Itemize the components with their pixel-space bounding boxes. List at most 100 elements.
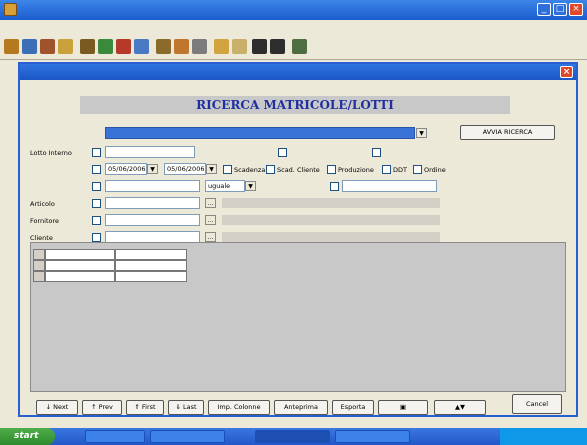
last-button[interactable]: ⇓ Last (168, 400, 204, 415)
ddt-radio[interactable] (382, 165, 391, 174)
articolo-input[interactable] (105, 197, 200, 209)
building-icon[interactable] (40, 39, 55, 54)
scadenza-label: Scadenza (234, 166, 266, 174)
lotto-interno-input[interactable] (105, 146, 195, 158)
fornitore-lookup-icon[interactable]: … (205, 215, 216, 225)
delivery-icon[interactable] (134, 39, 149, 54)
toolbar (0, 34, 587, 60)
dialog-title-bar: × (20, 64, 576, 80)
search-button[interactable]: AVVIA RICERCA (460, 125, 555, 140)
cancel-button[interactable]: Cancel (512, 394, 562, 414)
export-button[interactable]: Esporta (332, 400, 374, 415)
fornitore-checkbox[interactable] (92, 216, 101, 225)
prodotti-checkbox[interactable] (278, 148, 287, 157)
cliente-label: Cliente (30, 234, 53, 242)
taskbar-item-3[interactable] (335, 430, 410, 443)
barcode-icon[interactable] (252, 39, 267, 54)
grid-cell[interactable] (115, 271, 187, 282)
company-dropdown-icon[interactable]: ▼ (416, 128, 427, 138)
grid-cell[interactable] (45, 260, 115, 271)
next-button[interactable]: ↓ Next (36, 400, 78, 415)
taskbar: start (0, 428, 587, 445)
ordine-label: Ordine (424, 166, 446, 174)
tools-icon[interactable] (192, 39, 207, 54)
date-to-input[interactable]: 05/06/2006 (164, 163, 206, 175)
articolo-lookup-icon[interactable]: … (205, 198, 216, 208)
home-icon[interactable] (4, 39, 19, 54)
box-icon[interactable] (116, 39, 131, 54)
operator-select[interactable]: uguale (205, 180, 245, 192)
app-icon (4, 3, 17, 16)
ddt-label: DDT (393, 166, 407, 174)
first-button[interactable]: ⇑ First (126, 400, 164, 415)
truck-icon[interactable] (80, 39, 95, 54)
menu-bar (0, 20, 587, 34)
dialog-close-icon[interactable]: × (560, 66, 573, 78)
prev-label: Prev (98, 403, 113, 411)
columns-button[interactable]: Imp. Colonne (208, 400, 270, 415)
document-icon[interactable] (98, 39, 113, 54)
cliente-checkbox[interactable] (92, 233, 101, 242)
grid-cell[interactable] (45, 271, 115, 282)
grid-row-header (33, 260, 45, 271)
scadenza-radio[interactable] (223, 165, 232, 174)
page-title: RICERCA MATRICOLE/LOTTI (196, 98, 394, 112)
articolo-description (222, 198, 440, 208)
search-dialog: × RICERCA MATRICOLE/LOTTI ▼ AVVIA RICERC… (18, 62, 578, 417)
operator-dropdown-icon[interactable]: ▼ (245, 181, 256, 191)
factory-icon[interactable] (156, 39, 171, 54)
first-label: First (141, 403, 156, 411)
user-icon[interactable] (22, 39, 37, 54)
lotto-cliente-checkbox[interactable] (330, 182, 339, 191)
prev-button[interactable]: ↑ Prev (82, 400, 122, 415)
grid-cell[interactable] (45, 249, 115, 260)
quicklaunch-area[interactable] (85, 430, 145, 443)
last-label: Last (182, 403, 197, 411)
ordine-radio[interactable] (413, 165, 422, 174)
date-from-dropdown-icon[interactable]: ▼ (147, 164, 158, 174)
scad-cliente-label: Scad. Cliente (277, 166, 320, 174)
date-from-input[interactable]: 05/06/2006 (105, 163, 147, 175)
company-select[interactable] (105, 127, 415, 139)
cod-lotto-checkbox[interactable] (92, 182, 101, 191)
warehouse-icon[interactable] (58, 39, 73, 54)
produzione-label: Produzione (338, 166, 374, 174)
date-checkbox[interactable] (92, 165, 101, 174)
print-button[interactable]: ▣ (378, 400, 428, 415)
maximize-icon[interactable]: □ (553, 3, 567, 16)
grid-row-header (33, 249, 45, 260)
preview-button[interactable]: Anteprima (274, 400, 328, 415)
fornitore-input[interactable] (105, 214, 200, 226)
produzione-radio[interactable] (327, 165, 336, 174)
taskbar-item-1[interactable] (150, 430, 225, 443)
search-icon[interactable] (232, 39, 247, 54)
grid-row-header (33, 271, 45, 282)
results-grid[interactable] (30, 242, 566, 392)
cliente-lookup-icon[interactable]: … (205, 232, 216, 242)
person-icon[interactable] (292, 39, 307, 54)
next-label: Next (53, 403, 69, 411)
lotto-cliente-input[interactable] (342, 180, 437, 192)
people-icon[interactable] (214, 39, 229, 54)
barcode-2-icon[interactable] (270, 39, 285, 54)
start-button[interactable]: start (0, 428, 55, 445)
page-spinner[interactable]: ▲▼ (434, 400, 486, 415)
chart-icon[interactable] (174, 39, 189, 54)
fornitore-description (222, 215, 440, 225)
system-tray (500, 428, 587, 445)
grid-cell[interactable] (115, 249, 187, 260)
date-to-dropdown-icon[interactable]: ▼ (206, 164, 217, 174)
close-app-icon[interactable]: × (569, 3, 583, 16)
grid-cell[interactable] (115, 260, 187, 271)
taskbar-item-2[interactable] (255, 430, 330, 443)
fornitore-label: Fornitore (30, 217, 60, 225)
scad-cliente-radio[interactable] (266, 165, 275, 174)
cod-lotto-input[interactable] (105, 180, 200, 192)
cliente-description (222, 232, 440, 242)
articolo-checkbox[interactable] (92, 199, 101, 208)
articolo-label: Articolo (30, 200, 55, 208)
lotto-interno-checkbox[interactable] (92, 148, 101, 157)
prodotti-2-checkbox[interactable] (372, 148, 381, 157)
minimize-icon[interactable]: _ (537, 3, 551, 16)
bottom-bar: ↓ Next ↑ Prev ⇑ First ⇓ Last Imp. Colonn… (30, 394, 570, 416)
